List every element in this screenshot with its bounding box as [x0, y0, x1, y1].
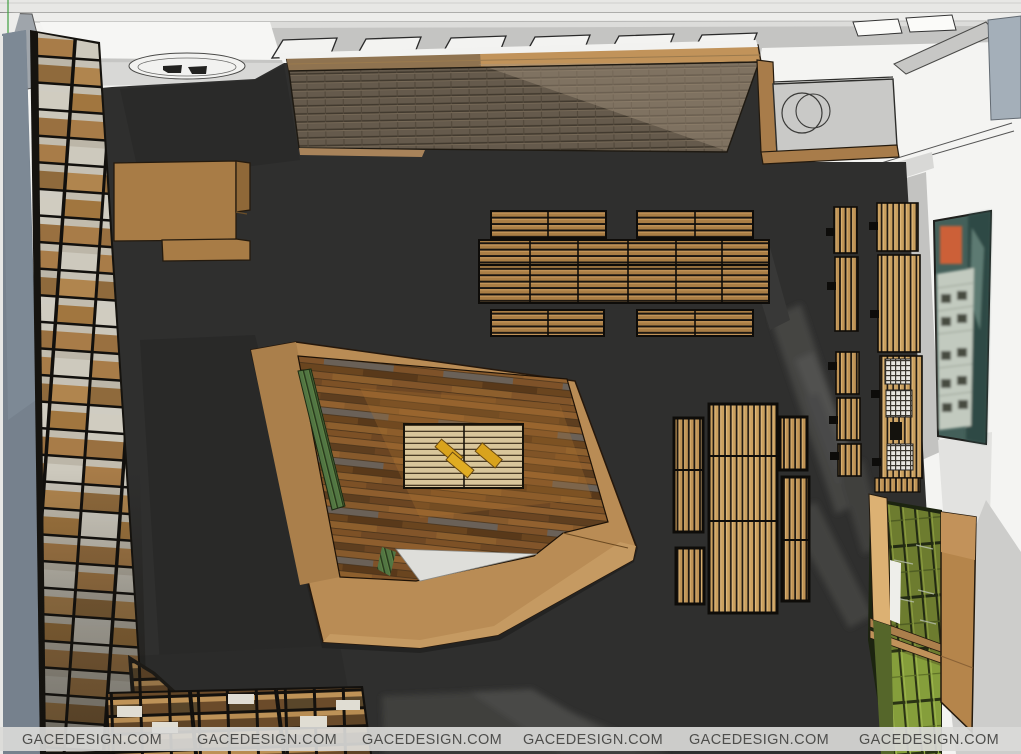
svg-text:GACEDESIGN.COM: GACEDESIGN.COM: [22, 732, 162, 748]
svg-text:GACEDESIGN.COM: GACEDESIGN.COM: [689, 732, 829, 748]
svg-text:GACEDESIGN.COM: GACEDESIGN.COM: [859, 732, 999, 748]
svg-text:GACEDESIGN.COM: GACEDESIGN.COM: [362, 732, 502, 748]
svg-text:GACEDESIGN.COM: GACEDESIGN.COM: [523, 732, 663, 748]
svg-text:GACEDESIGN.COM: GACEDESIGN.COM: [197, 732, 337, 748]
